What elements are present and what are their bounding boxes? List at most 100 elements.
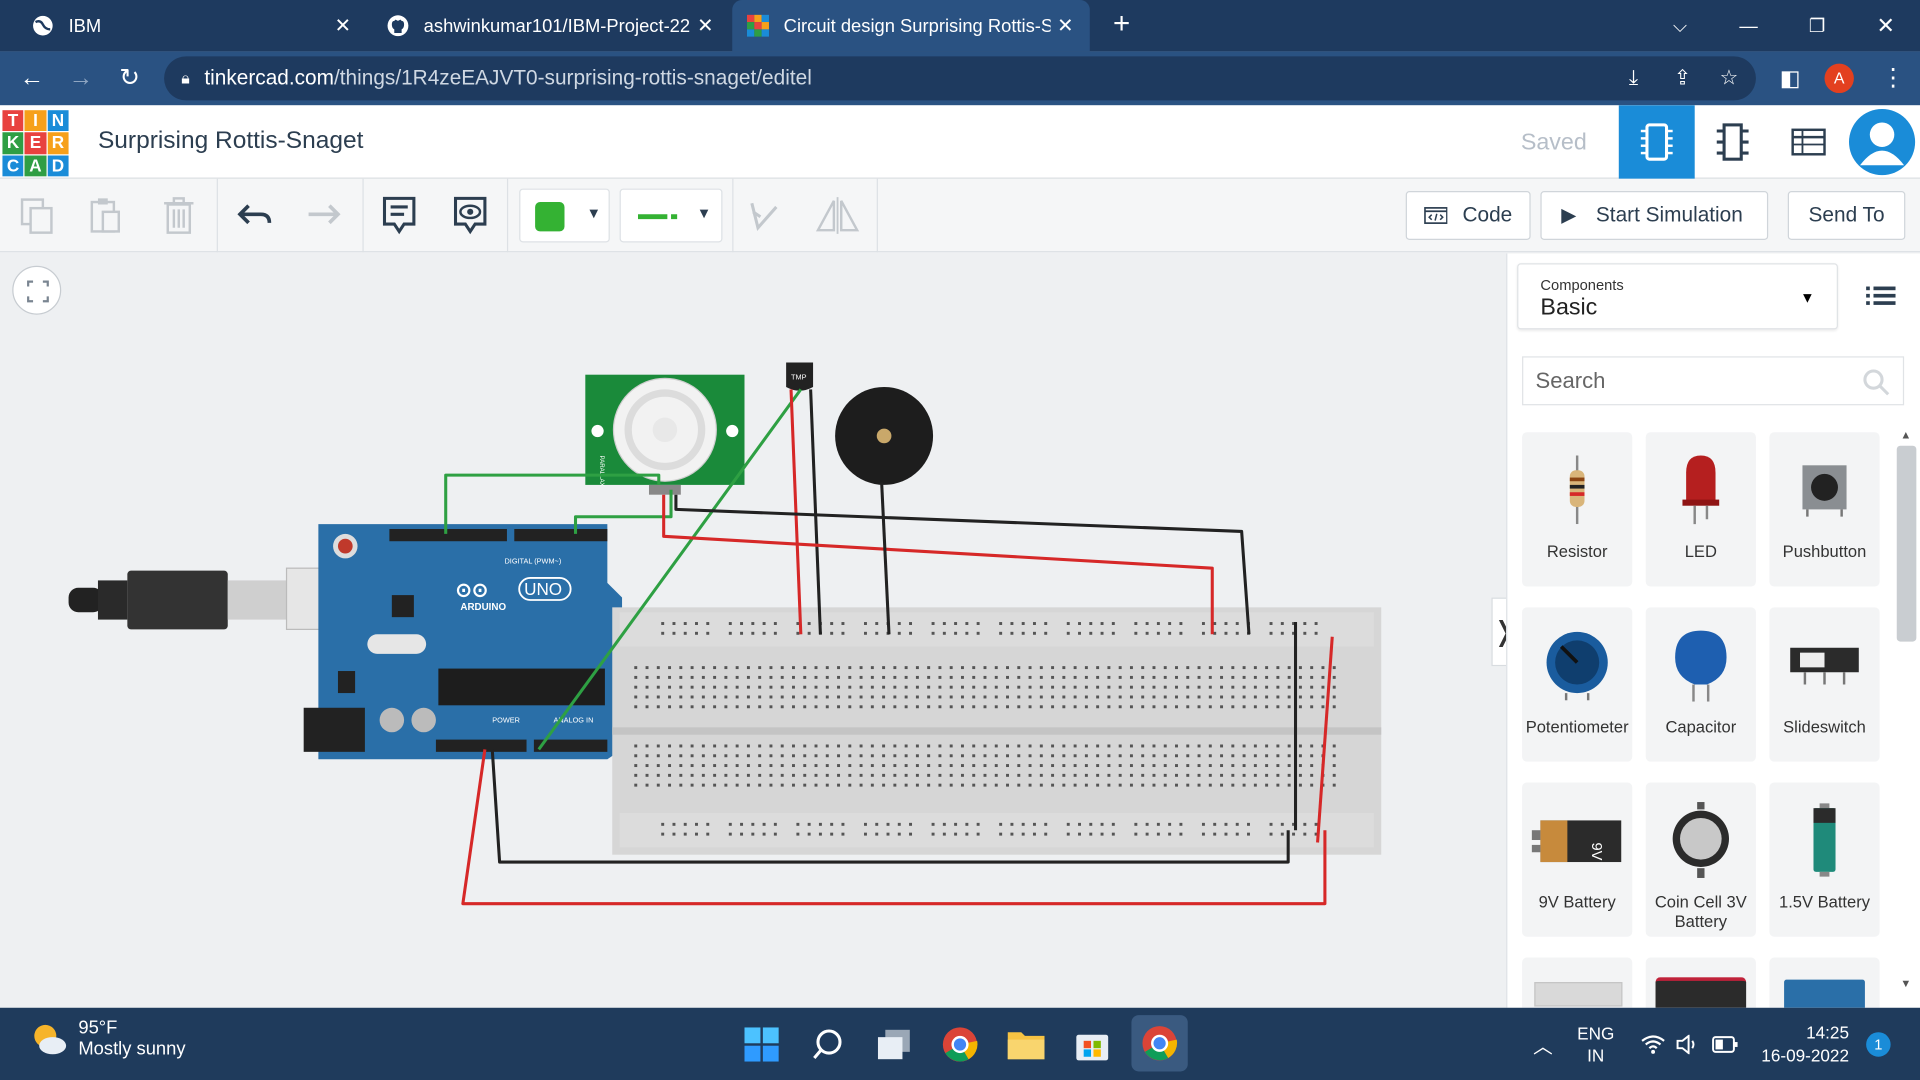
- browser-menu-icon[interactable]: ⋮: [1876, 61, 1910, 95]
- wire-black-tmp[interactable]: [809, 389, 822, 635]
- close-tab-icon[interactable]: ✕: [1051, 13, 1080, 37]
- volume-icon[interactable]: [1675, 1008, 1699, 1080]
- close-tab-icon[interactable]: ✕: [328, 13, 357, 37]
- component-arduino[interactable]: [1769, 957, 1880, 1008]
- forward-button[interactable]: →: [64, 61, 98, 95]
- flip-button[interactable]: [813, 191, 862, 240]
- component-potentiometer[interactable]: Potentiometer: [1522, 607, 1633, 762]
- tab-ibm[interactable]: IBM ✕: [0, 0, 367, 51]
- send-to-button[interactable]: Send To: [1787, 191, 1906, 241]
- scrollbar-thumb[interactable]: [1896, 445, 1917, 642]
- component-led[interactable]: LED: [1645, 432, 1756, 587]
- arduino-logo-infinity: ⊙⊙: [456, 579, 489, 601]
- notification-badge[interactable]: 1: [1866, 1032, 1891, 1057]
- file-explorer-button[interactable]: [1004, 1022, 1048, 1066]
- profile-avatar[interactable]: A: [1824, 63, 1854, 94]
- component-pushbutton[interactable]: Pushbutton: [1769, 432, 1880, 587]
- component-slideswitch[interactable]: Slideswitch: [1769, 607, 1880, 762]
- redo-button[interactable]: [299, 191, 348, 240]
- wire-color-picker[interactable]: ▼: [519, 188, 610, 243]
- wifi-icon[interactable]: [1641, 1008, 1665, 1080]
- breadboard[interactable]: [612, 607, 1382, 855]
- copy-button[interactable]: [12, 191, 61, 240]
- component-name: Capacitor: [1665, 717, 1737, 736]
- reload-button[interactable]: ↻: [113, 61, 147, 95]
- clock[interactable]: 14:25 16-09-2022: [1751, 1008, 1849, 1080]
- component-coin-cell-battery[interactable]: Coin Cell 3V Battery: [1645, 782, 1756, 937]
- caret-down-icon: ▼: [586, 204, 602, 222]
- tab-search-chevron-icon[interactable]: ⌵: [1646, 0, 1715, 51]
- show-hidden-icons-button[interactable]: ︿: [1533, 1008, 1553, 1080]
- undo-button[interactable]: [230, 191, 279, 240]
- design-title[interactable]: Surprising Rottis-Snaget: [98, 127, 363, 155]
- microsoft-store-button[interactable]: [1070, 1022, 1114, 1066]
- delete-button[interactable]: [154, 191, 203, 240]
- toolbar-divider: [216, 178, 218, 253]
- task-view-button[interactable]: [872, 1022, 916, 1066]
- chrome-taskbar-button-active[interactable]: [1131, 1015, 1188, 1072]
- pir-motion-sensor[interactable]: PARALLAX: [585, 374, 745, 495]
- side-panel-icon[interactable]: ◧: [1773, 61, 1807, 95]
- language-code: ENG: [1577, 1023, 1615, 1043]
- share-icon[interactable]: ⇪: [1668, 64, 1697, 93]
- component-breadboard-small[interactable]: [1522, 957, 1633, 1008]
- undo-icon: [237, 204, 272, 225]
- scroll-down-icon[interactable]: ▼: [1900, 977, 1911, 989]
- weather-widget[interactable]: 95°F Mostly sunny: [29, 1018, 186, 1059]
- code-button[interactable]: Code: [1405, 191, 1531, 241]
- notes-visibility-button[interactable]: [446, 191, 495, 240]
- components-dropdown[interactable]: Components Basic ▼: [1517, 263, 1838, 330]
- circuit-canvas[interactable]: ⊙⊙ UNO ARDUINO DIGITAL (PWM~) POWER ANAL…: [0, 253, 1504, 1008]
- rotate-button[interactable]: [740, 191, 789, 240]
- back-button[interactable]: ←: [15, 61, 49, 95]
- start-simulation-button[interactable]: ▶ Start Simulation: [1540, 191, 1769, 241]
- close-tab-icon[interactable]: ✕: [691, 13, 720, 37]
- language-indicator[interactable]: ENG IN: [1577, 1008, 1614, 1080]
- panel-scrollbar[interactable]: ▲ ▼: [1896, 429, 1920, 1000]
- schematic-view-button[interactable]: [1695, 105, 1771, 178]
- component-list-button[interactable]: [1771, 105, 1847, 178]
- component-9v-battery[interactable]: 9V 9V Battery: [1522, 782, 1633, 937]
- tab-tinkercad[interactable]: Circuit design Surprising Rottis-S ✕: [732, 0, 1090, 52]
- tinkercad-logo[interactable]: TIN KER CAD: [2, 110, 69, 177]
- battery-icon[interactable]: [1712, 1008, 1739, 1080]
- minimize-button[interactable]: —: [1714, 0, 1783, 51]
- paste-button[interactable]: [81, 191, 130, 240]
- component-microbit[interactable]: [1645, 957, 1756, 1008]
- folder-icon: [1007, 1032, 1045, 1060]
- url-path: /things/1R4zeEAJVT0-surprising-rottis-sn…: [333, 66, 812, 90]
- install-app-icon[interactable]: ⤓: [1619, 64, 1648, 93]
- task-view-icon: [877, 1029, 910, 1060]
- tab-title: ashwinkumar101/IBM-Project-22: [423, 15, 691, 37]
- paste-icon: [90, 198, 121, 233]
- restore-button[interactable]: ❐: [1783, 0, 1852, 51]
- component-search-input[interactable]: Search: [1522, 356, 1905, 406]
- component-capacitor[interactable]: Capacitor: [1645, 607, 1756, 762]
- list-view-button[interactable]: [1862, 278, 1899, 315]
- bookmark-star-icon[interactable]: ☆: [1714, 64, 1743, 93]
- logo-letter: I: [24, 110, 47, 132]
- logo-letter: R: [47, 132, 69, 154]
- chrome-profile-taskbar-button[interactable]: [938, 1022, 982, 1066]
- schematic-view-icon: [1716, 123, 1749, 161]
- tmp36-temperature-sensor[interactable]: TMP: [786, 362, 814, 391]
- taskbar-search-button[interactable]: [806, 1022, 850, 1066]
- tab-title: Circuit design Surprising Rottis-S: [783, 15, 1051, 37]
- close-window-button[interactable]: ✕: [1851, 0, 1920, 51]
- circuit-view-button[interactable]: [1618, 105, 1695, 179]
- arduino-uno-board[interactable]: ⊙⊙ UNO ARDUINO DIGITAL (PWM~) POWER ANAL…: [303, 524, 623, 760]
- usb-cable[interactable]: [68, 567, 361, 631]
- tab-github[interactable]: ashwinkumar101/IBM-Project-22 ✕: [367, 0, 729, 51]
- wire-red-tmp[interactable]: [789, 389, 803, 635]
- url-field[interactable]: 🔒︎ tinkercad.com /things/1R4zeEAJVT0-sur…: [164, 56, 1756, 101]
- component-resistor[interactable]: Resistor: [1522, 432, 1633, 587]
- new-tab-button[interactable]: +: [1104, 7, 1138, 41]
- notes-button[interactable]: [375, 191, 424, 240]
- wire-type-picker[interactable]: ▼: [619, 188, 723, 243]
- clock-time: 14:25: [1806, 1021, 1849, 1042]
- start-button[interactable]: [740, 1022, 784, 1066]
- scroll-up-icon[interactable]: ▲: [1900, 429, 1911, 441]
- user-avatar[interactable]: [1848, 108, 1916, 176]
- piezo-buzzer[interactable]: [835, 386, 934, 485]
- component-1.5v-battery[interactable]: 1.5V Battery: [1769, 782, 1880, 937]
